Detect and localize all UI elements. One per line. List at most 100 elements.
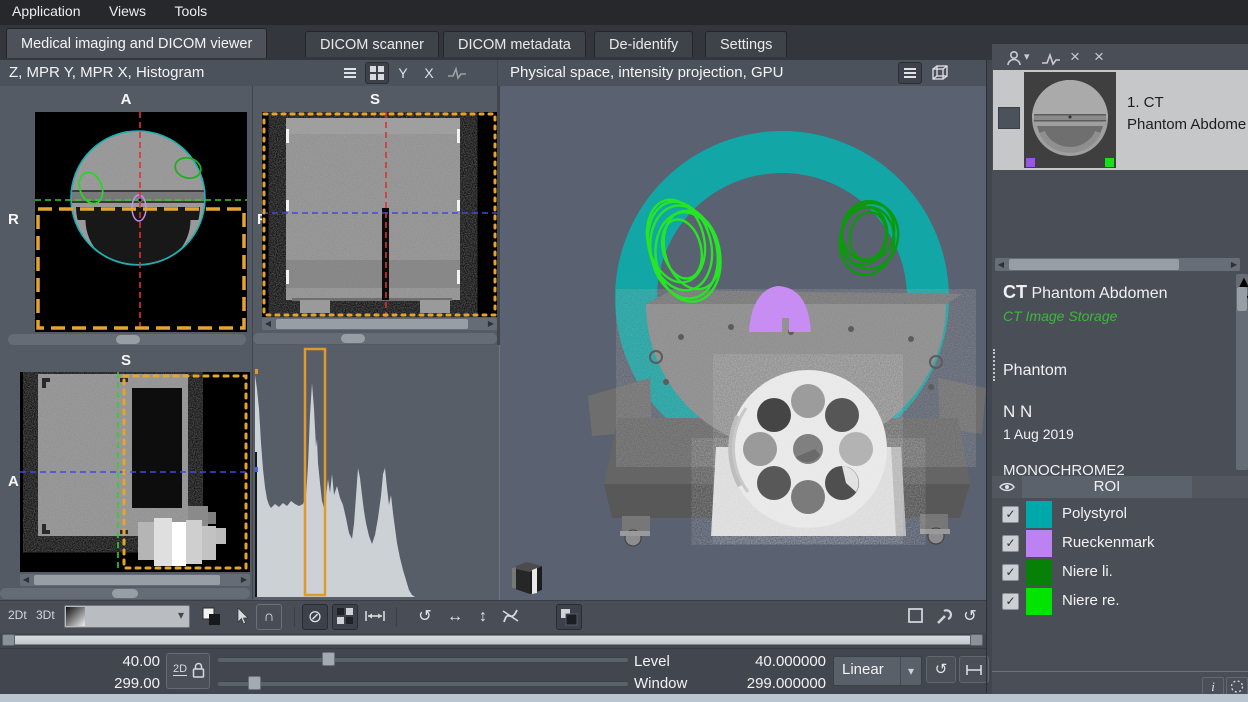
width-range-icon[interactable] [362,604,388,630]
tab-settings[interactable]: Settings [705,31,787,57]
flip-vertical-icon[interactable]: ↕ [470,604,496,630]
scroll-left-icon[interactable]: ◀ [20,574,32,585]
level-short-value: 40.00 [40,653,160,670]
close-icon[interactable]: × [1094,47,1104,67]
series-index-modality: 1. CT [1127,94,1164,111]
window-slider[interactable] [218,675,628,691]
roi-color-swatch[interactable] [1026,559,1052,586]
roi-extra-column-header [1192,476,1248,498]
tab-de-identify[interactable]: De-identify [594,31,693,57]
histogram-plot[interactable] [255,347,498,597]
roi-color-swatch[interactable] [1026,588,1052,615]
2d-lock-button[interactable]: 2D [166,653,210,689]
sagittal-pan-scrollbar[interactable] [0,588,250,599]
roi-visible-checkbox[interactable]: ✓ [1002,564,1019,581]
level-slider-handle[interactable] [322,652,335,666]
sagittal-slice-scrollbar[interactable]: ◀ ▶ [20,574,250,586]
lut-selected-value: Linear [842,661,884,678]
curve-filter-icon[interactable] [1040,52,1062,66]
cube-3d-icon[interactable] [928,62,952,84]
invert-squares-button[interactable] [556,604,582,630]
time-range-slider[interactable] [0,633,986,647]
chevron-down-icon[interactable]: ▾ [1024,50,1030,63]
view-sagittal[interactable]: S A [0,345,252,600]
roi-visible-checkbox[interactable]: ✓ [1002,593,1019,610]
cursor-pointer-icon[interactable] [228,604,254,630]
roi-name-column-header[interactable]: ROI [1022,476,1192,498]
details-vscrollbar[interactable]: ▲ ▼ [1236,274,1248,470]
coronal-pan-scrollbar[interactable] [253,333,497,344]
rotate-icon[interactable]: ↺ [412,604,438,630]
roi-table: ROI ✓ Polystyrol ✓ Rueckenmark ✓ Niere l… [992,476,1248,672]
sagittal-ct-image[interactable] [20,372,250,572]
scroll-right-icon[interactable]: ▶ [485,318,497,329]
disable-overlay-button[interactable]: ⊘ [302,604,328,630]
close-icon[interactable]: × [1070,47,1080,67]
patient-category: Phantom [1003,362,1067,380]
range-end-handle[interactable] [970,634,983,646]
roi-visibility-column-header[interactable] [992,476,1022,498]
roi-row-niere-li[interactable]: ✓ Niere li. [992,558,1248,587]
roi-color-swatch[interactable] [1026,530,1052,557]
tab-medical-imaging[interactable]: Medical imaging and DICOM viewer [6,28,267,58]
lut-function-dropdown[interactable]: Linear ▾ [833,656,922,686]
axial-ct-image[interactable] [35,112,247,332]
level-slider[interactable] [218,651,628,667]
level-value: 40.000000 [700,653,826,670]
view-coronal[interactable]: S R [253,86,497,345]
tab-dicom-scanner[interactable]: DICOM scanner [305,31,439,57]
menu-views[interactable]: Views [97,0,158,19]
volume-rendering [500,86,986,626]
histogram-curve-icon[interactable] [445,62,469,84]
panel-drag-handle[interactable] [993,349,999,381]
dither-pattern-button[interactable] [332,604,358,630]
details-hscrollbar[interactable]: ◀ ▶ [995,258,1240,271]
tab-dicom-metadata[interactable]: DICOM metadata [443,31,586,57]
roi-visible-checkbox[interactable]: ✓ [1002,506,1019,523]
roi-row-rueckenmark[interactable]: ✓ Rueckenmark [992,529,1248,558]
series-checkbox[interactable] [998,107,1020,129]
series-list-item[interactable]: 1. CT Phantom Abdome [993,70,1248,170]
patient-icon[interactable] [1006,50,1022,66]
curve-cut-icon[interactable] [498,604,524,630]
scroll-right-icon[interactable]: ▶ [1228,259,1240,270]
scroll-right-icon[interactable]: ▶ [238,574,250,585]
fit-range-button[interactable] [959,656,989,683]
reset-wl-button[interactable]: ↺ [926,656,956,683]
view-3d-render[interactable] [500,86,986,633]
list-mode-icon[interactable] [898,62,922,84]
menu-tools[interactable]: Tools [163,0,220,19]
mpr-x-button[interactable]: X [419,62,439,84]
reset-view-icon[interactable]: ↺ [957,604,983,630]
status-bar [0,694,1248,702]
mode-3dt-button[interactable]: 3Dt [36,608,55,622]
roi-row-niere-re[interactable]: ✓ Niere re. [992,587,1248,616]
series-thumbnail[interactable] [1024,72,1116,168]
intersect-tool-button[interactable]: ∩ [256,604,282,630]
axial-slice-scrollbar[interactable] [8,334,246,345]
flip-horizontal-icon[interactable]: ↔ [442,604,468,630]
list-layout-icon[interactable] [338,62,362,84]
view-axial[interactable]: A R [0,86,252,345]
view-histogram[interactable] [253,345,500,600]
orientation-cube[interactable] [508,558,546,598]
grid-layout-icon[interactable] [365,62,389,84]
series-sidebar: ▾ × × 1. CT [992,44,1248,694]
mode-2dt-button[interactable]: 2Dt [8,608,27,622]
left-view-header: Z, MPR Y, MPR X, Histogram Y X [0,60,497,87]
mpr-y-button[interactable]: Y [393,62,413,84]
roi-row-polystyrol[interactable]: ✓ Polystyrol [992,500,1248,529]
crop-box-icon[interactable] [903,604,929,630]
transfer-bw-icon[interactable] [198,604,224,630]
coronal-slice-scrollbar[interactable]: ◀ ▶ [262,318,497,330]
range-start-handle[interactable] [2,634,15,646]
scroll-left-icon[interactable]: ◀ [262,318,274,329]
lut-gradient-dropdown[interactable]: ▾ [64,605,190,628]
wrench-icon[interactable] [931,604,957,630]
window-slider-handle[interactable] [248,676,261,690]
scroll-left-icon[interactable]: ◀ [995,259,1007,270]
roi-visible-checkbox[interactable]: ✓ [1002,535,1019,552]
roi-color-swatch[interactable] [1026,501,1052,528]
menu-application[interactable]: Application [0,0,93,19]
coronal-ct-image[interactable] [262,112,497,317]
